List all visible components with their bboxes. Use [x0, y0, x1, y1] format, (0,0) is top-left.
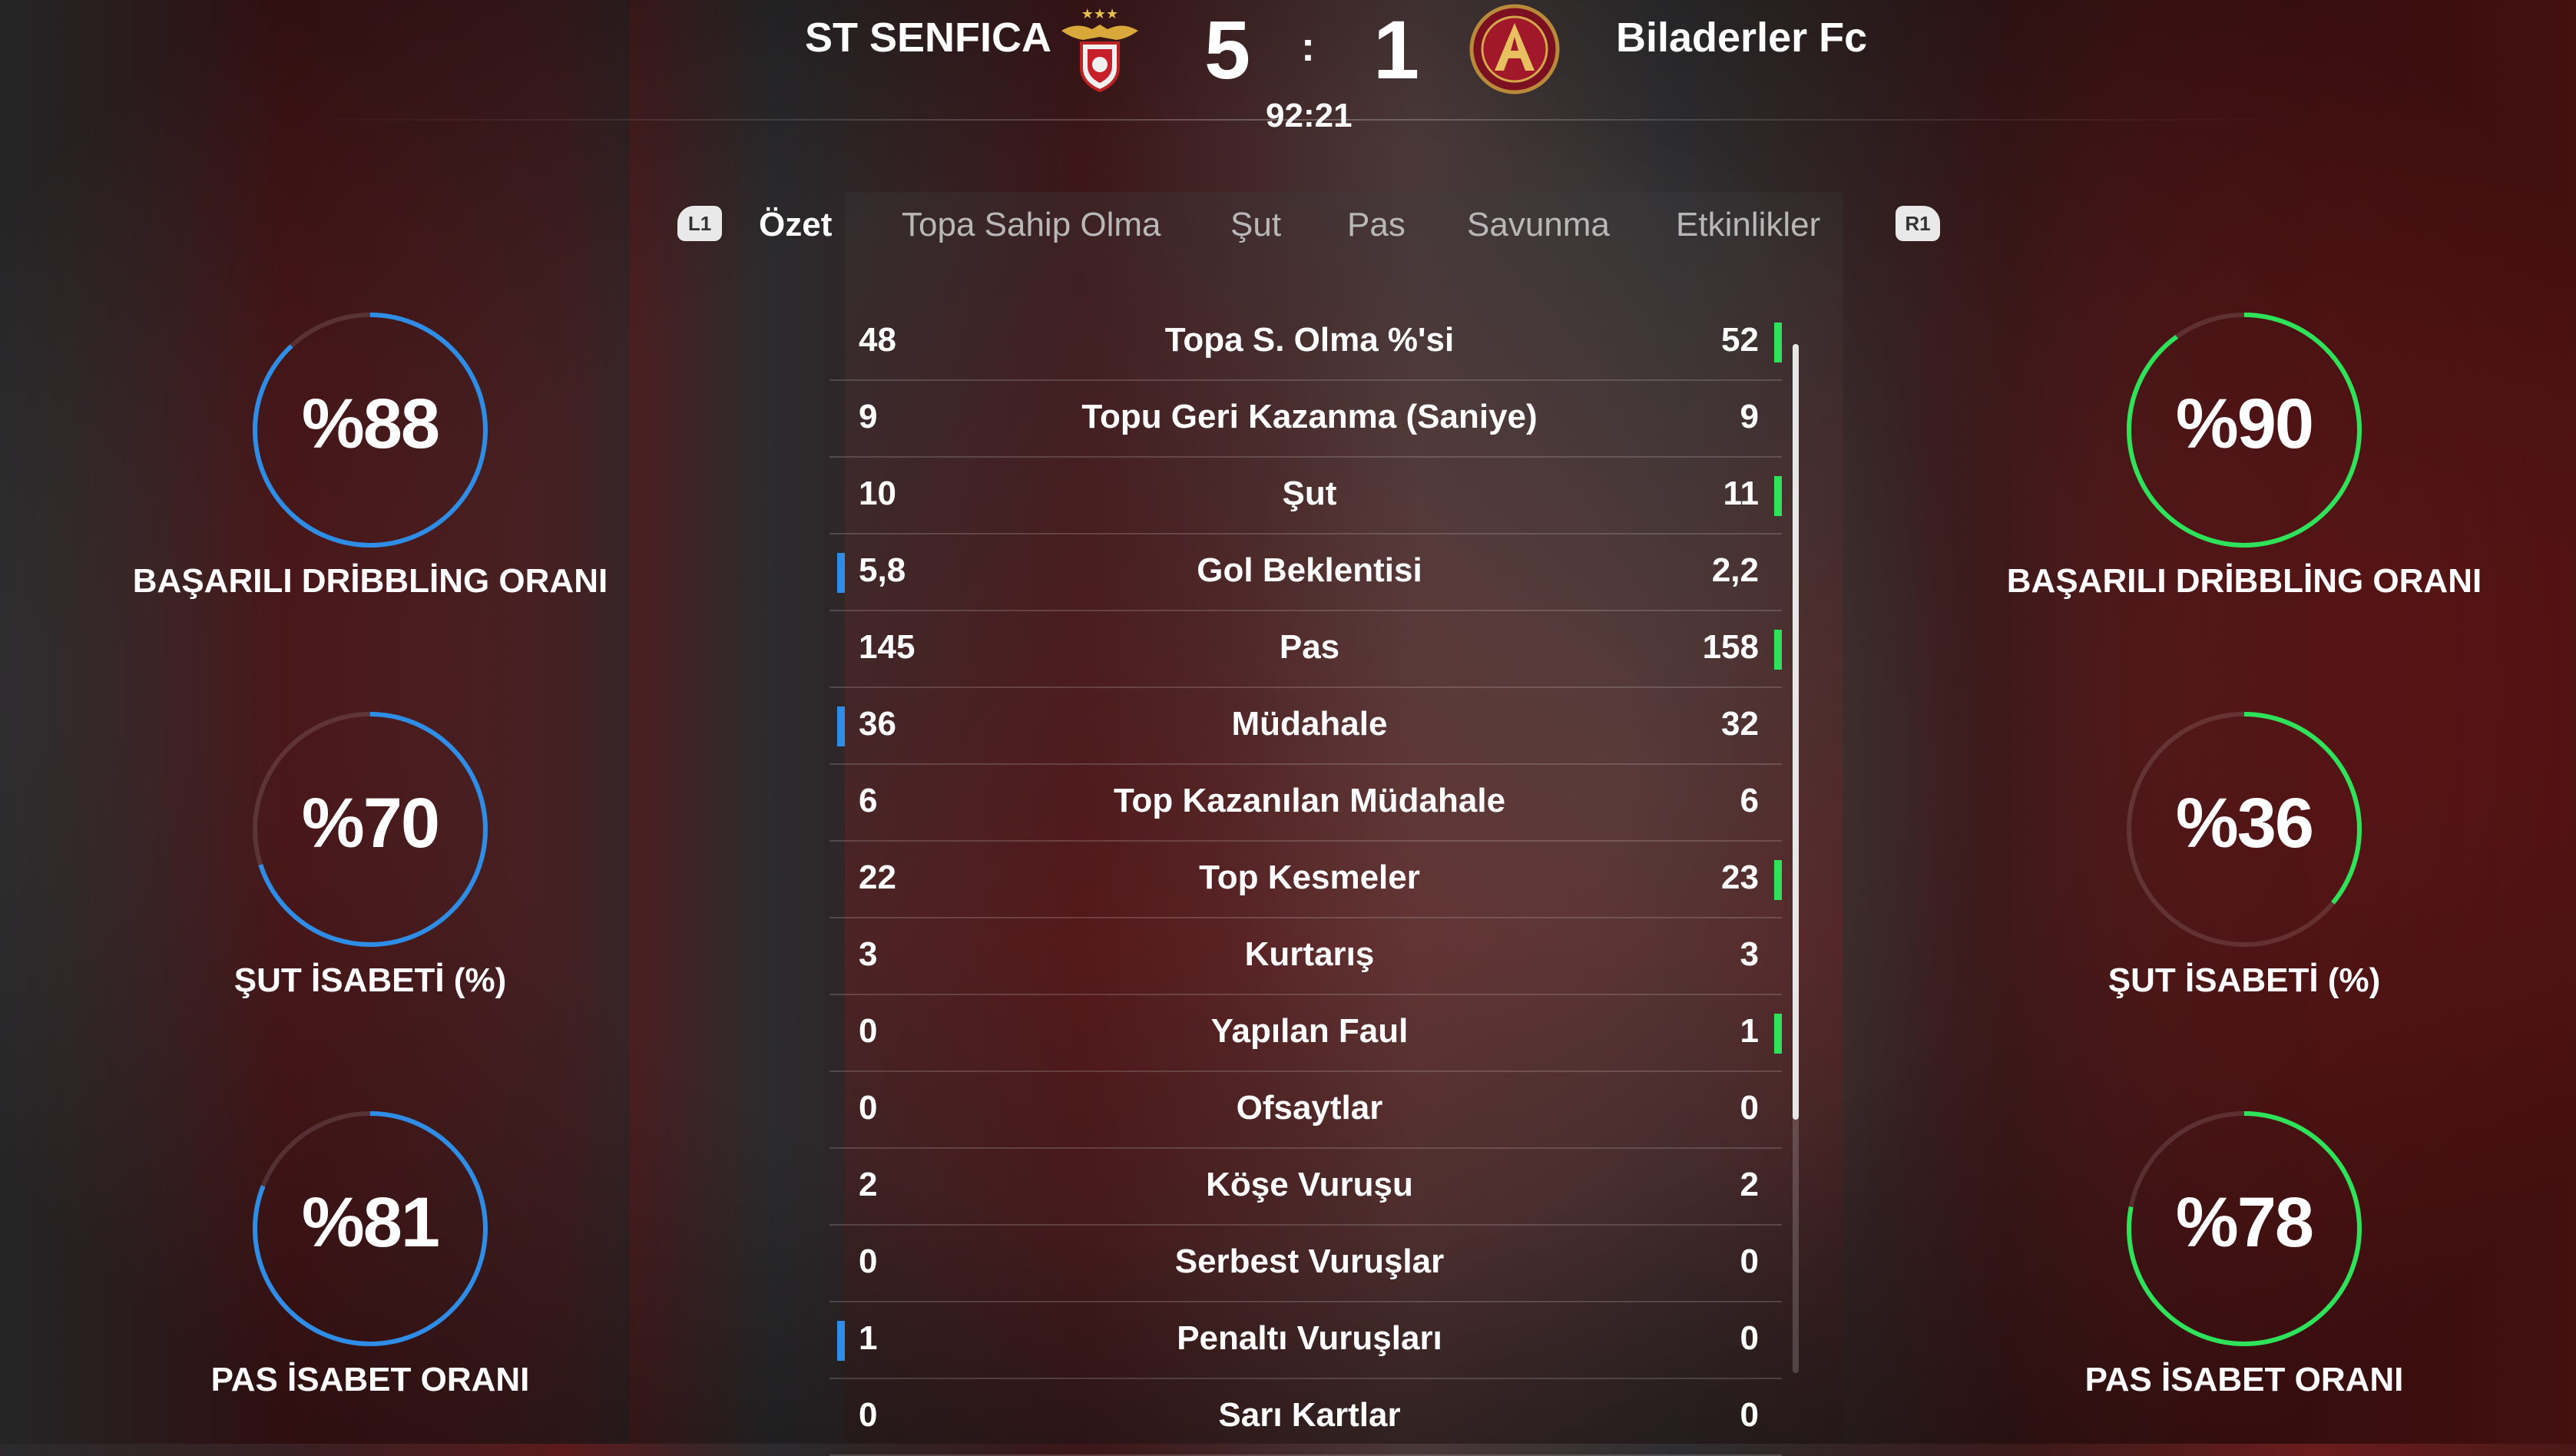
score-separator: :	[1301, 24, 1315, 70]
away-stat-value: 3	[1740, 935, 1759, 973]
eagle-crest-icon: ★★★	[1054, 3, 1146, 95]
away-stat-value: 158	[1702, 628, 1759, 666]
gauge-label: ŞUT İSABETİ (%)	[2107, 961, 2381, 999]
tab-pas[interactable]: Pas	[1347, 206, 1406, 244]
stat-row: 3 Kurtarış 3	[829, 918, 1782, 995]
away-stat-value: 9	[1740, 398, 1759, 435]
gauge-percentage: %36	[2175, 784, 2314, 862]
stat-label: Müdahale	[1231, 705, 1388, 743]
away-stat-value: 0	[1740, 1243, 1759, 1280]
away-stat-value: 6	[1740, 782, 1759, 819]
stat-label: Gol Beklentisi	[1197, 551, 1422, 589]
away-gauge: %36	[2121, 706, 2367, 952]
match-clock: 92:21	[1266, 97, 1353, 134]
stat-row: 6 Top Kazanılan Müdahale 6	[829, 765, 1782, 842]
away-gauge: %78	[2121, 1106, 2367, 1352]
away-stat-value: 2,2	[1711, 551, 1759, 589]
stat-row: 36 Müdahale 32	[829, 688, 1782, 765]
home-gauge: %81	[247, 1106, 493, 1352]
gauge-label: BAŞARILI DRİBBLİNG ORANI	[132, 562, 608, 600]
gauge-label: BAŞARILI DRİBBLİNG ORANI	[2006, 562, 2482, 600]
gauge-percentage: %81	[301, 1183, 440, 1262]
stat-label: Yapılan Faul	[1210, 1012, 1409, 1050]
stat-label: Ofsaytlar	[1236, 1089, 1383, 1127]
stat-label: Top Kesmeler	[1199, 859, 1420, 896]
stats-scrollbar-thumb[interactable]	[1793, 344, 1799, 1120]
tab-ozet[interactable]: Özet	[759, 206, 832, 244]
gauge-label: PAS İSABET ORANI	[2084, 1361, 2404, 1398]
away-stat-value: 0	[1740, 1089, 1759, 1127]
stat-label: Kurtarış	[1244, 935, 1375, 973]
home-gauge: %88	[247, 307, 493, 553]
stat-row: 48 Topa S. Olma %'si 52	[829, 304, 1782, 381]
atlanta-united-crest-icon	[1468, 3, 1561, 95]
gauge-percentage: %88	[301, 385, 440, 463]
stat-label: Pas	[1279, 628, 1340, 666]
stat-label: Penaltı Vuruşları	[1177, 1319, 1442, 1357]
gauge-label: ŞUT İSABETİ (%)	[233, 961, 507, 999]
tab-etkinlikler[interactable]: Etkinlikler	[1676, 206, 1820, 244]
stat-label: Köşe Vuruşu	[1206, 1166, 1413, 1203]
stat-row: 9 Topu Geri Kazanma (Saniye) 9	[829, 381, 1782, 458]
tab-savunma[interactable]: Savunma	[1467, 206, 1610, 244]
stat-label: Şut	[1282, 475, 1337, 512]
gauge-percentage: %70	[301, 784, 440, 862]
home-team-name: ST SENFICA	[805, 15, 1052, 61]
stat-row: 5,8 Gol Beklentisi 2,2	[829, 534, 1782, 611]
away-stat-value: 0	[1740, 1319, 1759, 1357]
away-stat-value: 32	[1721, 705, 1759, 743]
stats-table: 48 Topa S. Olma %'si 52 9 Topu Geri Kazanma …	[829, 304, 1782, 1456]
stat-row: 0 Ofsaytlar 0	[829, 1072, 1782, 1149]
stats-tab-bar: L1 Özet Topa Sahip Olma Şut Pas Savunma …	[0, 201, 2576, 255]
stat-label: Top Kazanılan Müdahale	[1113, 782, 1506, 819]
stat-label: Serbest Vuruşlar	[1174, 1243, 1445, 1280]
away-stat-value: 1	[1740, 1012, 1759, 1050]
stat-row: 0 Serbest Vuruşlar 0	[829, 1226, 1782, 1302]
l1-button-icon[interactable]: L1	[677, 206, 722, 241]
home-gauge: %70	[247, 706, 493, 952]
stat-label: Topu Geri Kazanma (Saniye)	[1081, 398, 1538, 435]
away-team-name: Biladerler Fc	[1616, 15, 1868, 61]
stat-row: 0 Sarı Kartlar 0	[829, 1379, 1782, 1456]
away-stat-value: 11	[1723, 475, 1759, 512]
gauge-label: PAS İSABET ORANI	[210, 1361, 530, 1398]
header-divider	[276, 119, 2304, 121]
away-stat-value: 52	[1721, 321, 1759, 359]
stat-label: Topa S. Olma %'si	[1164, 321, 1455, 359]
stat-label: Sarı Kartlar	[1218, 1396, 1401, 1434]
stat-row: 0 Yapılan Faul 1	[829, 995, 1782, 1072]
stat-row: 145 Pas 158	[829, 611, 1782, 688]
stat-row: 2 Köşe Vuruşu 2	[829, 1149, 1782, 1226]
tab-sut[interactable]: Şut	[1230, 206, 1281, 244]
tab-topa-sahip-olma[interactable]: Topa Sahip Olma	[902, 206, 1161, 244]
stat-row: 22 Top Kesmeler 23	[829, 842, 1782, 918]
stat-row: 1 Penaltı Vuruşları 0	[829, 1302, 1782, 1379]
away-stat-value: 0	[1740, 1396, 1759, 1434]
r1-button-icon[interactable]: R1	[1896, 206, 1940, 241]
gauge-percentage: %78	[2175, 1183, 2314, 1262]
home-score: 5	[1204, 3, 1251, 96]
away-stat-value: 2	[1740, 1166, 1759, 1203]
gauge-percentage: %90	[2175, 385, 2314, 463]
svg-text:★★★: ★★★	[1081, 6, 1118, 22]
away-gauge: %90	[2121, 307, 2367, 553]
stat-row: 10 Şut 11	[829, 458, 1782, 534]
away-stat-value: 23	[1721, 859, 1759, 896]
away-score: 1	[1373, 3, 1420, 96]
